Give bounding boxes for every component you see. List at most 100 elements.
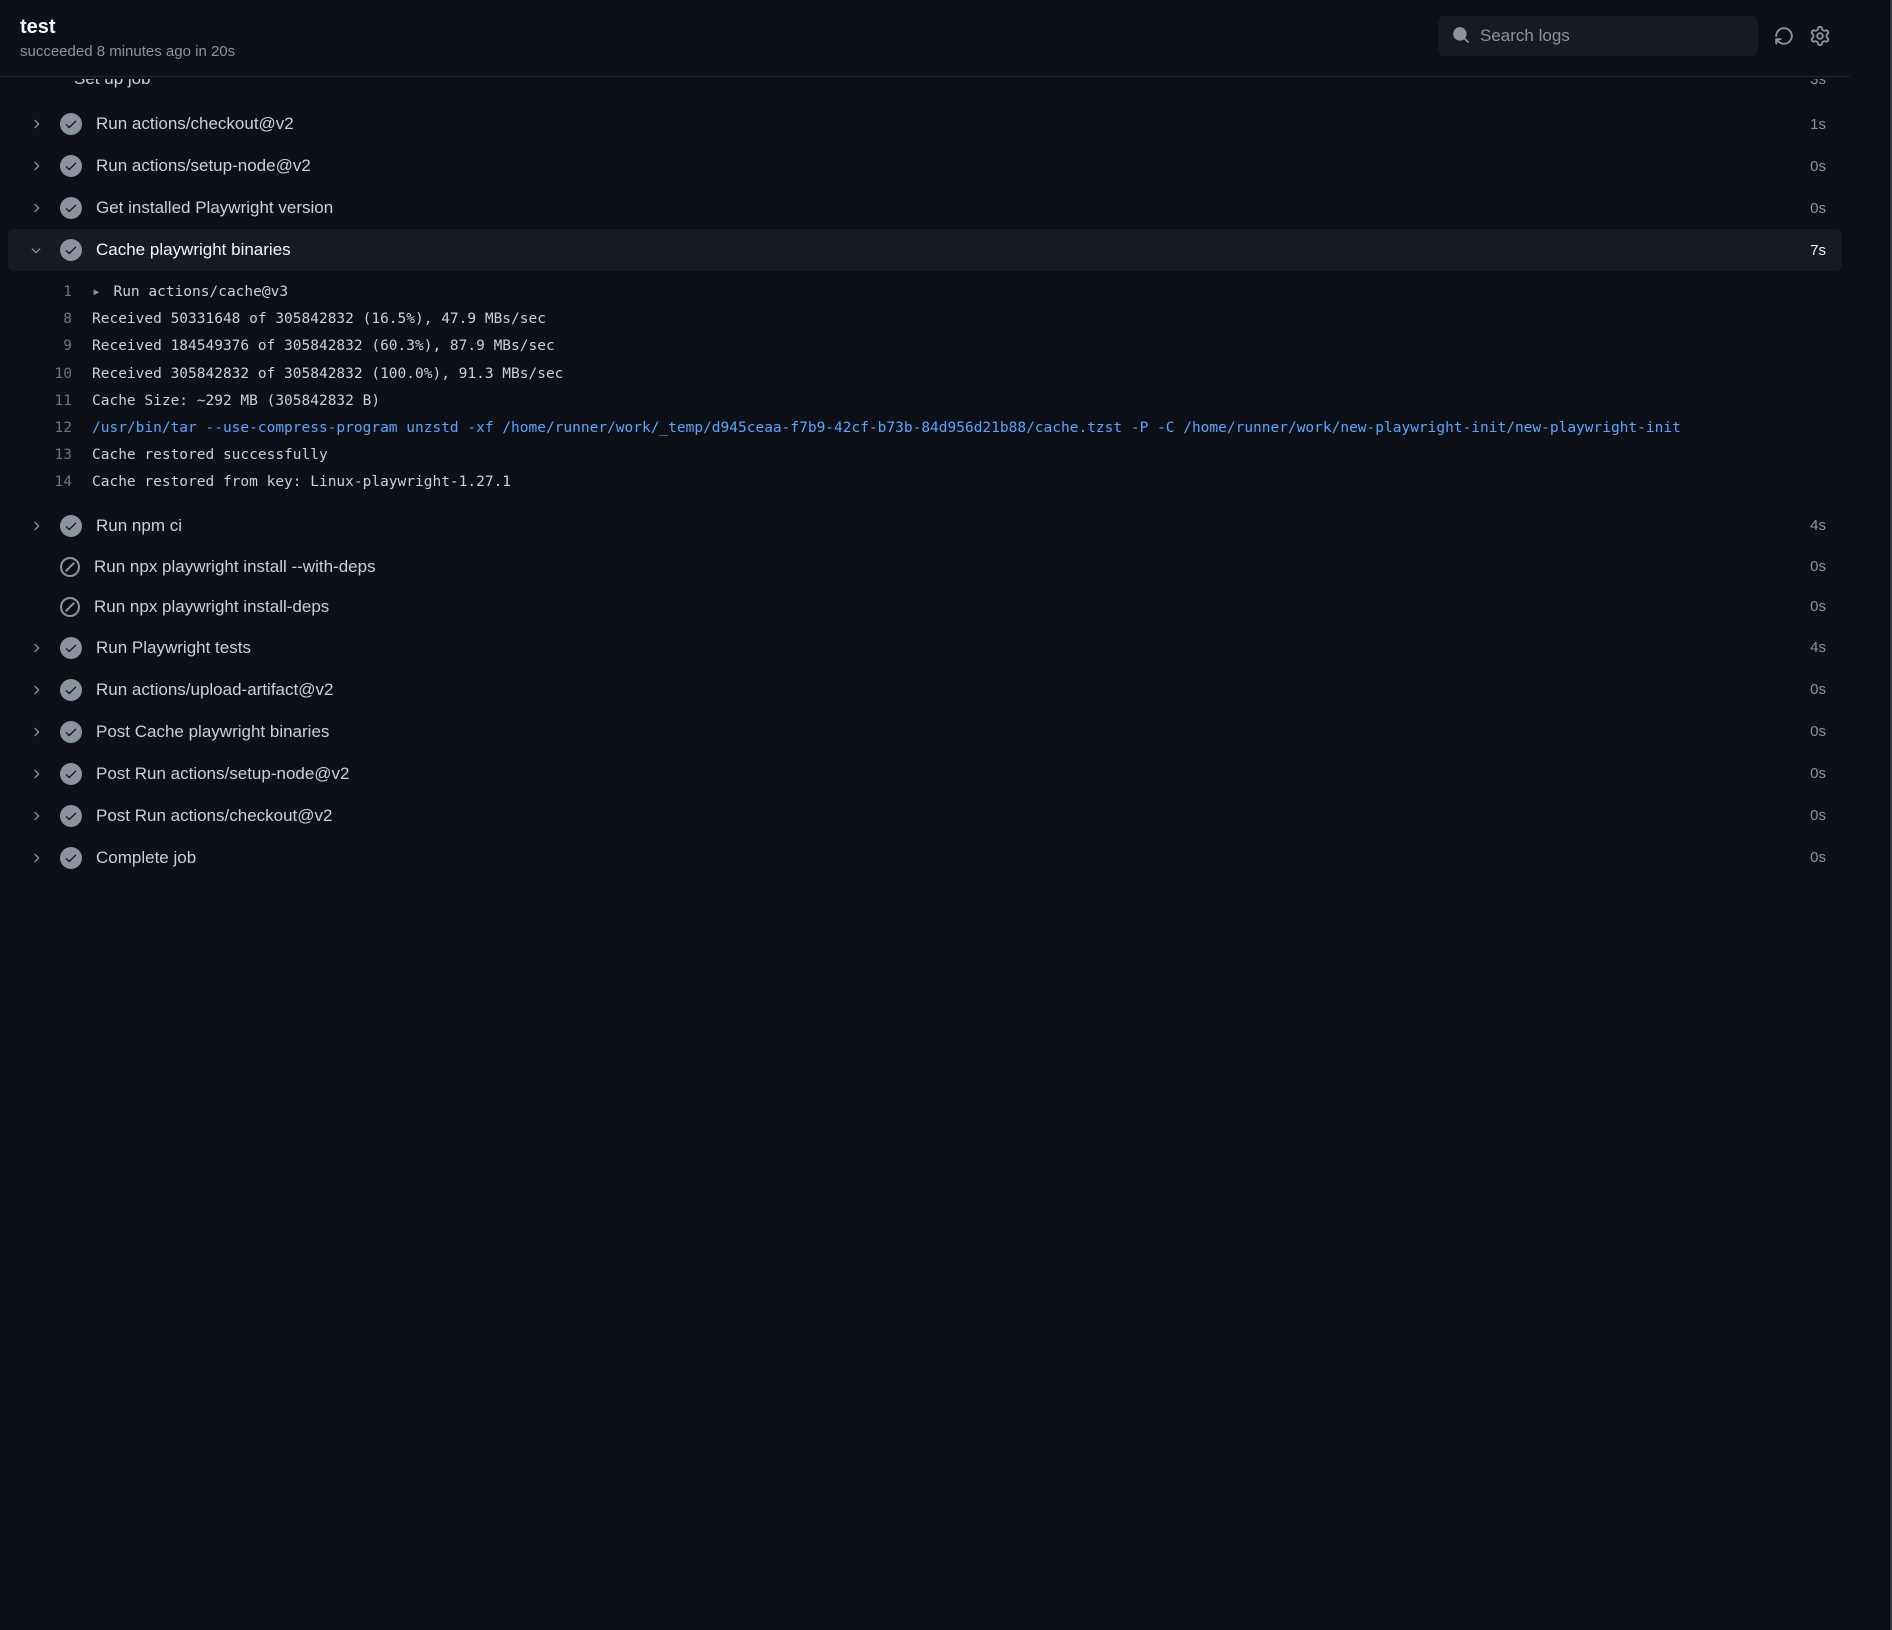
step-name: Run actions/checkout@v2 — [96, 114, 1810, 134]
settings-button[interactable] — [1810, 26, 1830, 46]
log-line: 11 Cache Size: ~292 MB (305842832 B) — [8, 388, 1842, 415]
chevron-right-icon — [24, 809, 48, 823]
step-row[interactable]: Run npx playwright install-deps 0s — [8, 587, 1842, 627]
line-number: 9 — [24, 335, 72, 358]
search-input[interactable] — [1480, 26, 1744, 46]
step-time: 3s — [1810, 79, 1826, 88]
step-name: Post Cache playwright binaries — [96, 722, 1810, 742]
step-time: 4s — [1810, 517, 1826, 534]
step-row-cutoff: Set up job 3s — [8, 79, 1842, 103]
check-circle-icon — [60, 763, 82, 785]
step-row[interactable]: Complete job 0s — [8, 837, 1842, 879]
step-row[interactable]: Run actions/upload-artifact@v2 0s — [8, 669, 1842, 711]
step-row[interactable]: Run npm ci 4s — [8, 505, 1842, 547]
log-line: 12/usr/bin/tar --use-compress-program un… — [8, 415, 1842, 442]
step-time: 0s — [1810, 158, 1826, 175]
chevron-right-icon — [24, 201, 48, 215]
check-circle-icon — [60, 721, 82, 743]
step-name: Run Playwright tests — [96, 638, 1810, 658]
step-time: 1s — [1810, 116, 1826, 133]
log-output: 1 ▸ Run actions/cache@v3 8 Received 5033164… — [8, 271, 1842, 505]
step-row[interactable]: Run Playwright tests 4s — [8, 627, 1842, 669]
log-content: Cache restored successfully — [92, 444, 1826, 467]
step-row[interactable]: Post Run actions/checkout@v2 0s — [8, 795, 1842, 837]
step-name: Complete job — [96, 848, 1810, 868]
step-name: Cache playwright binaries — [96, 240, 1810, 260]
chevron-right-icon — [24, 159, 48, 173]
check-circle-icon — [60, 197, 82, 219]
step-name: Run actions/setup-node@v2 — [96, 156, 1810, 176]
step-time: 0s — [1810, 598, 1826, 615]
job-title: test — [20, 16, 1438, 39]
step-row[interactable]: Run npx playwright install --with-deps 0… — [8, 547, 1842, 587]
step-time: 0s — [1810, 200, 1826, 217]
log-content: Received 50331648 of 305842832 (16.5%), … — [92, 308, 1826, 331]
check-circle-icon — [60, 679, 82, 701]
log-content: Cache Size: ~292 MB (305842832 B) — [92, 390, 1826, 413]
log-line: 10 Received 305842832 of 305842832 (100.0… — [8, 361, 1842, 388]
log-content: /usr/bin/tar --use-compress-program unzs… — [92, 417, 1826, 440]
step-name: Set up job — [74, 79, 1810, 89]
check-circle-icon — [60, 805, 82, 827]
step-time: 0s — [1810, 807, 1826, 824]
steps-list: Set up job 3s Run actions/checkout@v2 1s… — [0, 77, 1850, 887]
line-number: 10 — [24, 363, 72, 386]
step-name: Run npx playwright install --with-deps — [94, 557, 1810, 577]
line-number: 12 — [24, 417, 72, 440]
step-time: 4s — [1810, 639, 1826, 656]
log-line: 1 ▸ Run actions/cache@v3 — [8, 279, 1842, 306]
check-circle-icon — [60, 239, 82, 261]
chevron-down-icon — [24, 243, 48, 257]
refresh-button[interactable] — [1774, 26, 1794, 46]
log-content: ▸ Run actions/cache@v3 — [92, 281, 1826, 304]
step-time: 0s — [1810, 558, 1826, 575]
line-number: 1 — [24, 281, 72, 304]
job-header: test succeeded 8 minutes ago in 20s — [0, 0, 1850, 77]
step-name: Get installed Playwright version — [96, 198, 1810, 218]
check-circle-icon — [60, 155, 82, 177]
step-time: 0s — [1810, 681, 1826, 698]
chevron-right-icon — [24, 519, 48, 533]
log-content: Received 184549376 of 305842832 (60.3%),… — [92, 335, 1826, 358]
step-time: 0s — [1810, 849, 1826, 866]
step-name: Run npm ci — [96, 516, 1810, 536]
check-circle-icon — [60, 515, 82, 537]
log-line: 8 Received 50331648 of 305842832 (16.5%),… — [8, 306, 1842, 333]
log-toggle-icon[interactable]: ▸ — [92, 284, 109, 300]
search-icon — [1452, 26, 1470, 47]
step-name: Post Run actions/setup-node@v2 — [96, 764, 1810, 784]
chevron-right-icon — [24, 851, 48, 865]
chevron-right-icon — [24, 767, 48, 781]
step-row[interactable]: Post Run actions/setup-node@v2 0s — [8, 753, 1842, 795]
search-container[interactable] — [1438, 16, 1758, 56]
chevron-right-icon — [24, 641, 48, 655]
log-content: Cache restored from key: Linux-playwrigh… — [92, 471, 1826, 494]
log-content: Received 305842832 of 305842832 (100.0%)… — [92, 363, 1826, 386]
step-row[interactable]: Run actions/checkout@v2 1s — [8, 103, 1842, 145]
check-circle-icon — [60, 637, 82, 659]
step-name: Post Run actions/checkout@v2 — [96, 806, 1810, 826]
step-name: Run actions/upload-artifact@v2 — [96, 680, 1810, 700]
step-time: 0s — [1810, 765, 1826, 782]
step-name: Run npx playwright install-deps — [94, 597, 1810, 617]
line-number: 8 — [24, 308, 72, 331]
line-number: 13 — [24, 444, 72, 467]
step-row[interactable]: Get installed Playwright version 0s — [8, 187, 1842, 229]
skip-circle-icon — [60, 557, 80, 577]
log-line: 9 Received 184549376 of 305842832 (60.3%)… — [8, 333, 1842, 360]
chevron-right-icon — [24, 683, 48, 697]
line-number: 11 — [24, 390, 72, 413]
skip-circle-icon — [60, 597, 80, 617]
step-row[interactable]: Cache playwright binaries 7s — [8, 229, 1842, 271]
line-number: 14 — [24, 471, 72, 494]
check-circle-icon — [60, 113, 82, 135]
chevron-right-icon — [24, 725, 48, 739]
log-line: 13 Cache restored successfully — [8, 442, 1842, 469]
step-time: 7s — [1810, 242, 1826, 259]
chevron-right-icon — [24, 117, 48, 131]
step-time: 0s — [1810, 723, 1826, 740]
check-circle-icon — [60, 847, 82, 869]
job-status: succeeded 8 minutes ago in 20s — [20, 43, 1438, 60]
step-row[interactable]: Run actions/setup-node@v2 0s — [8, 145, 1842, 187]
step-row[interactable]: Post Cache playwright binaries 0s — [8, 711, 1842, 753]
